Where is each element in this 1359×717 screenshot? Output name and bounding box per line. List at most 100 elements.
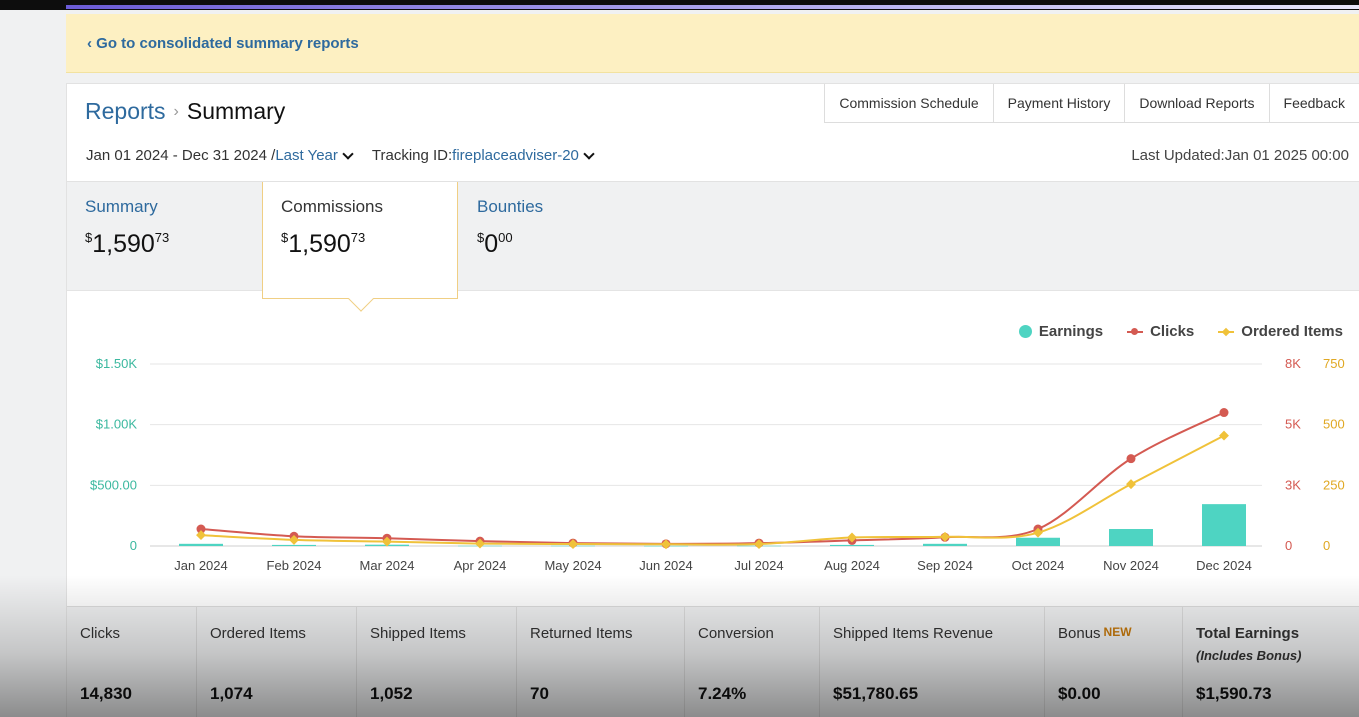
top-bar-accent [66, 5, 1359, 9]
stat-bonus: Bonus NEW $0.00 [1045, 607, 1183, 717]
right-axis-ordered-tick: 0 [1323, 538, 1330, 553]
download-reports-link[interactable]: Download Reports [1125, 84, 1270, 122]
earnings-dot-icon [1018, 325, 1032, 338]
x-axis-tick: May 2024 [544, 558, 601, 573]
earnings-bar [1202, 504, 1246, 546]
stats-bar: Clicks 14,830 Ordered Items 1,074 Shippe… [67, 606, 1359, 717]
earnings-bar [1109, 529, 1153, 546]
active-tab-pointer [348, 286, 374, 312]
right-axis-clicks-tick: 5K [1285, 417, 1301, 432]
tracking-id-label: Tracking ID: [371, 147, 453, 164]
stat-returned-items: Returned Items 70 [517, 607, 685, 717]
tab-summary[interactable]: Summary $1,59073 [67, 182, 262, 292]
date-preset-dropdown[interactable]: Last Year [275, 147, 338, 164]
stat-conversion-label: Conversion [698, 625, 774, 642]
x-axis-tick: Sep 2024 [917, 558, 973, 573]
feedback-link[interactable]: Feedback [1270, 84, 1359, 122]
ordered-items-line-icon [1218, 327, 1235, 336]
clicks-line-icon [1127, 327, 1144, 335]
x-axis-tick: Apr 2024 [454, 558, 507, 573]
x-axis-tick: Aug 2024 [824, 558, 880, 573]
x-axis-tick: Oct 2024 [1012, 558, 1065, 573]
tab-summary-label: Summary [85, 197, 158, 216]
ordered-items-point [1219, 430, 1229, 441]
stat-ordered-items: Ordered Items 1,074 [197, 607, 357, 717]
stat-ordered-items-label: Ordered Items [210, 625, 306, 642]
x-axis-tick: Mar 2024 [360, 558, 415, 573]
payment-history-link[interactable]: Payment History [994, 84, 1126, 122]
stat-returned-items-label: Returned Items [530, 625, 633, 642]
clicks-line [200, 411, 1225, 545]
right-axis-ordered-tick: 500 [1323, 417, 1345, 432]
tab-bounties[interactable]: Bounties $000 [459, 182, 659, 292]
breadcrumb-separator-icon: › [173, 103, 179, 120]
earnings-chart: 0 $500.00 $1.00K $1.50K 0 3K 5K 8K 0 250 500 750 Jan… [90, 356, 1345, 573]
consolidated-banner: ‹ Go to consolidated summary reports [66, 14, 1359, 73]
clicks-point [1219, 408, 1229, 418]
right-axis-ordered-tick: 250 [1323, 477, 1345, 492]
x-axis-tick: Jan 2024 [174, 558, 228, 573]
ordered-items-point [940, 531, 950, 542]
ordered-items-point [661, 539, 671, 550]
stat-clicks-value: 14,830 [80, 684, 132, 703]
chevron-down-icon[interactable] [342, 147, 354, 160]
legend-clicks[interactable]: Clicks [1127, 323, 1194, 340]
legend-ordered-items-label: Ordered Items [1241, 323, 1343, 340]
date-range: Jan 01 2024 - Dec 31 2024 / [86, 147, 276, 164]
left-axis-tick: $1.00K [96, 417, 138, 432]
earnings-bar [1016, 537, 1060, 546]
left-axis-tick: $1.50K [96, 356, 138, 371]
summary-tabs: Summary $1,59073 Commissions $1,59073 Bo… [67, 181, 1359, 312]
right-axis-ordered-tick: 750 [1323, 356, 1345, 371]
breadcrumb-reports-link[interactable]: Reports [85, 98, 166, 124]
tab-commissions-value: $1,59073 [281, 230, 366, 258]
tracking-id-dropdown[interactable]: fireplaceadviser-20 [452, 147, 579, 164]
new-badge: NEW [1103, 625, 1132, 639]
earnings-bar [272, 544, 316, 546]
reports-panel: Reports › Summary Commission Schedule Paym… [66, 83, 1359, 717]
stat-shipped-items-value: 1,052 [370, 684, 413, 703]
stat-bonus-value: $0.00 [1058, 684, 1101, 703]
page-title: Summary [186, 98, 286, 124]
legend-clicks-label: Clicks [1150, 323, 1195, 340]
tab-summary-value: $1,59073 [85, 230, 170, 258]
report-filters: Jan 01 2024 - Dec 31 2024 / Last Year Tr… [86, 147, 601, 164]
stat-shipped-items: Shipped Items 1,052 [357, 607, 517, 717]
stat-ordered-items-value: 1,074 [210, 684, 253, 703]
last-updated: Last Updated:Jan 01 2025 00:00 [1131, 147, 1349, 164]
top-nav: Commission Schedule Payment History Down… [824, 84, 1359, 123]
tab-bounties-value: $000 [477, 230, 513, 258]
x-axis-tick: Nov 2024 [1103, 558, 1159, 573]
x-axis-tick: Feb 2024 [267, 558, 322, 573]
consolidated-summary-link[interactable]: ‹ Go to consolidated summary reports [87, 35, 359, 52]
chevron-down-icon[interactable] [583, 147, 595, 160]
left-axis-tick: $500.00 [90, 477, 137, 492]
stat-total-earnings-sub: (Includes Bonus) [1196, 648, 1302, 663]
stat-shipped-items-label: Shipped Items [370, 625, 466, 642]
right-axis-clicks-tick: 8K [1285, 356, 1301, 371]
clicks-point [1126, 454, 1136, 464]
x-axis-tick: Jul 2024 [734, 558, 783, 573]
stat-total-earnings: Total Earnings (Includes Bonus) $1,590.7… [1183, 607, 1359, 717]
stat-conversion: Conversion 7.24% [685, 607, 820, 717]
stat-total-earnings-value: $1,590.73 [1196, 684, 1272, 703]
legend-ordered-items[interactable]: Ordered Items [1218, 323, 1343, 340]
earnings-bar [923, 543, 967, 546]
ordered-items-point [1126, 479, 1136, 490]
stat-bonus-label: Bonus NEW [1058, 625, 1132, 642]
stat-total-earnings-label: Total Earnings [1196, 625, 1300, 642]
tab-commissions[interactable]: Commissions $1,59073 [262, 182, 458, 312]
legend-earnings-label: Earnings [1038, 323, 1104, 340]
stat-clicks-label: Clicks [80, 625, 120, 642]
commission-schedule-link[interactable]: Commission Schedule [825, 84, 994, 122]
right-axis-clicks-tick: 3K [1285, 477, 1301, 492]
stat-shipped-revenue-label: Shipped Items Revenue [833, 625, 994, 642]
earnings-bar [179, 543, 223, 546]
x-axis-tick: Dec 2024 [1196, 558, 1252, 573]
stat-clicks: Clicks 14,830 [67, 607, 197, 717]
breadcrumb: Reports › Summary [85, 98, 285, 125]
tab-commissions-label: Commissions [281, 197, 384, 216]
legend-earnings[interactable]: Earnings [1018, 323, 1104, 340]
x-axis-tick: Jun 2024 [639, 558, 693, 573]
left-axis-tick: 0 [130, 538, 137, 553]
